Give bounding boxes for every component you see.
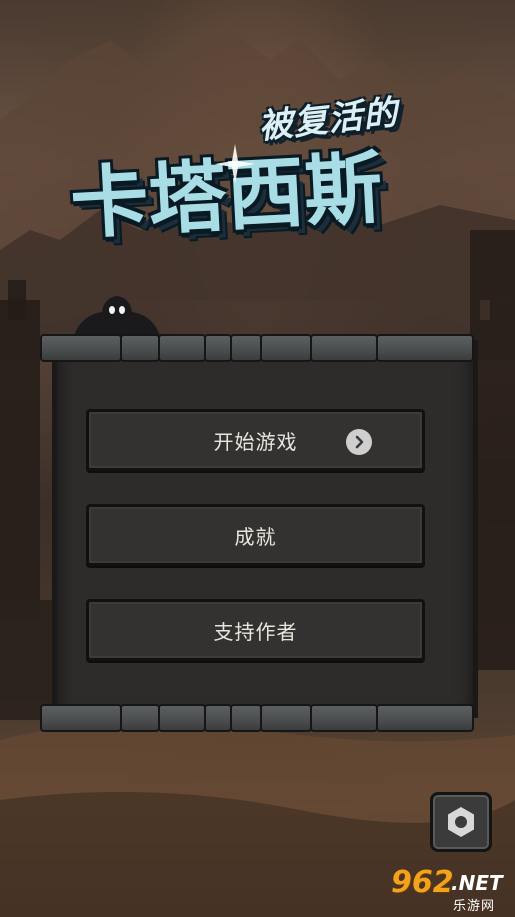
chevron-right-icon — [346, 429, 372, 455]
watermark-chinese: 乐游网 — [453, 899, 496, 914]
site-watermark: 962 .NET 乐游网 — [373, 865, 511, 915]
settings-button[interactable] — [430, 792, 492, 852]
panel-bottom-rail — [40, 704, 474, 734]
start-game-label: 开始游戏 — [213, 429, 298, 454]
start-game-button[interactable]: 开始游戏 — [86, 409, 425, 471]
hexagon-gear-icon — [448, 807, 474, 837]
watermark-suffix: .NET — [451, 871, 503, 895]
panel-top-rail — [40, 334, 474, 364]
achievements-button[interactable]: 成就 — [86, 504, 425, 566]
support-author-button[interactable]: 支持作者 — [86, 599, 425, 661]
watermark-number: 962 — [391, 865, 454, 900]
support-author-label: 支持作者 — [213, 619, 298, 644]
sparkle-icon — [215, 144, 255, 184]
achievements-label: 成就 — [234, 524, 277, 549]
game-title-logo: 被复活的 卡塔西斯 — [60, 86, 460, 256]
